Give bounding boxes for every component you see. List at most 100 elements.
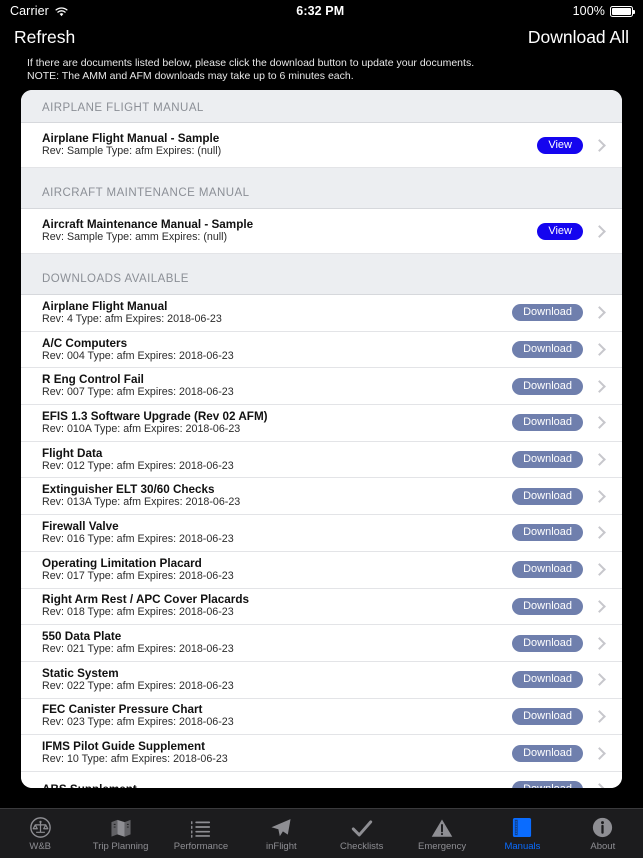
- tab-label: About: [590, 840, 616, 852]
- tab-inflight[interactable]: inFlight: [241, 816, 321, 852]
- document-row[interactable]: Flight Data Rev: 012 Type: afm Expires: 2…: [21, 441, 622, 479]
- chevron-right-icon: [593, 224, 606, 238]
- battery-full-icon: [610, 5, 635, 17]
- refresh-button[interactable]: Refresh: [14, 27, 75, 48]
- document-row-text: Extinguisher ELT 30/60 Checks Rev: 013A T…: [42, 483, 512, 509]
- tab-checklists[interactable]: Checklists: [322, 816, 402, 852]
- battery-percent-label: 100%: [572, 4, 605, 18]
- document-row-text: Operating Limitation Placard Rev: 017 Typ…: [42, 557, 512, 583]
- document-row[interactable]: Static System Rev: 022 Type: afm Expires:…: [21, 661, 622, 699]
- document-title: IFMS Pilot Guide Supplement: [42, 740, 205, 754]
- document-title: Flight Data: [42, 446, 103, 460]
- chevron-right-icon: [593, 710, 606, 723]
- section-header: DOWNLOADS AVAILABLE: [21, 254, 622, 295]
- tab-w-b[interactable]: W&B: [0, 816, 80, 852]
- download-button[interactable]: Download: [512, 597, 583, 615]
- document-row[interactable]: Right Arm Rest / APC Cover Placards Rev: …: [21, 588, 622, 626]
- document-meta: Rev: Sample Type: afm Expires: (null): [42, 145, 222, 157]
- folded-map-icon: [110, 816, 132, 838]
- download-button[interactable]: Download: [512, 707, 583, 725]
- document-row[interactable]: 550 Data Plate Rev: 021 Type: afm Expires…: [21, 625, 622, 662]
- document-meta: Rev: 016 Type: afm Expires: 2018-06-23: [42, 532, 234, 545]
- chevron-right-icon: [593, 379, 606, 393]
- view-button[interactable]: View: [537, 136, 583, 154]
- instructions-line-2: NOTE: The AMM and AFM downloads may take…: [27, 70, 354, 82]
- view-button[interactable]: View: [537, 222, 583, 240]
- tab-emergency[interactable]: Emergency: [402, 816, 482, 852]
- scales-balance-icon: [29, 816, 51, 838]
- document-row-text: 550 Data Plate Rev: 021 Type: afm Expires…: [42, 630, 512, 656]
- document-row[interactable]: Airplane Flight Manual Rev: 4 Type: afm E…: [21, 295, 622, 332]
- document-meta: Rev: 017 Type: afm Expires: 2018-06-23: [42, 569, 234, 582]
- instructions-line-1: If there are documents listed below, ple…: [27, 57, 475, 69]
- document-title: Operating Limitation Placard: [42, 556, 202, 570]
- document-meta: Rev: 004 Type: afm Expires: 2018-06-23: [42, 349, 234, 362]
- download-button[interactable]: Download: [512, 451, 583, 469]
- chevron-right-icon: [593, 636, 606, 650]
- tab-performance[interactable]: Performance: [161, 816, 241, 852]
- tab-bar: W&B Trip Planning Performance inFlight Check…: [0, 808, 643, 858]
- document-row[interactable]: Firewall Valve Rev: 016 Type: afm Expires…: [21, 515, 622, 552]
- chevron-right-icon: [593, 563, 606, 577]
- document-row[interactable]: Aircraft Maintenance Manual - Sample Rev:…: [21, 209, 622, 254]
- download-button[interactable]: Download: [512, 414, 583, 432]
- checkmark-icon: [351, 816, 373, 838]
- document-row-text: Firewall Valve Rev: 016 Type: afm Expires…: [42, 520, 512, 546]
- list-lines-icon: [190, 816, 211, 838]
- document-title: EFIS 1.3 Software Upgrade (Rev 02 AFM): [42, 409, 268, 423]
- tab-about[interactable]: About: [563, 816, 643, 852]
- chevron-right-icon: [593, 138, 606, 152]
- chevron-right-icon: [593, 599, 606, 613]
- document-title: Firewall Valve: [42, 519, 119, 533]
- document-meta: Rev: 010A Type: afm Expires: 2018-06-23: [42, 422, 241, 435]
- document-row[interactable]: A/C Computers Rev: 004 Type: afm Expires:…: [21, 331, 622, 369]
- wifi-icon: [55, 6, 68, 17]
- document-title: FEC Canister Pressure Chart: [42, 703, 203, 717]
- download-button[interactable]: Download: [512, 377, 583, 395]
- document-row[interactable]: Operating Limitation Placard Rev: 017 Typ…: [21, 551, 622, 589]
- document-row-text: Flight Data Rev: 012 Type: afm Expires: 2…: [42, 447, 512, 473]
- document-row-text: Right Arm Rest / APC Cover Placards Rev: …: [42, 593, 512, 619]
- document-row[interactable]: IFMS Pilot Guide Supplement Rev: 10 Type:…: [21, 735, 622, 772]
- section-header: AIRPLANE FLIGHT MANUAL: [21, 90, 622, 123]
- document-row[interactable]: R Eng Control Fail Rev: 007 Type: afm Exp…: [21, 368, 622, 406]
- download-button[interactable]: Download: [512, 781, 583, 788]
- download-button[interactable]: Download: [512, 561, 583, 579]
- document-title: Right Arm Rest / APC Cover Placards: [42, 593, 249, 607]
- document-row[interactable]: EFIS 1.3 Software Upgrade (Rev 02 AFM) Re…: [21, 405, 622, 442]
- download-button[interactable]: Download: [512, 634, 583, 652]
- document-row-text: Aircraft Maintenance Manual - Sample Rev:…: [42, 218, 537, 244]
- document-row-text: EFIS 1.3 Software Upgrade (Rev 02 AFM) Re…: [42, 410, 512, 436]
- download-button[interactable]: Download: [512, 671, 583, 689]
- document-row[interactable]: Extinguisher ELT 30/60 Checks Rev: 013A T…: [21, 478, 622, 516]
- tab-trip-planning[interactable]: Trip Planning: [80, 816, 160, 852]
- document-row[interactable]: FEC Canister Pressure Chart Rev: 023 Type…: [21, 698, 622, 736]
- document-meta: Rev: 4 Type: afm Expires: 2018-06-23: [42, 312, 222, 325]
- download-button[interactable]: Download: [512, 304, 583, 322]
- document-list-container[interactable]: AIRPLANE FLIGHT MANUAL Airplane Flight Ma…: [21, 90, 622, 788]
- document-meta: Rev: 023 Type: afm Expires: 2018-06-23: [42, 716, 234, 729]
- chevron-right-icon: [593, 526, 606, 540]
- document-meta: Rev: 007 Type: afm Expires: 2018-06-23: [42, 386, 234, 399]
- chevron-right-icon: [593, 673, 606, 687]
- warning-triangle-icon: [431, 816, 453, 838]
- paper-plane-icon: [270, 816, 292, 838]
- download-button[interactable]: Download: [512, 487, 583, 505]
- section-header: AIRCRAFT MAINTENANCE MANUAL: [21, 168, 622, 209]
- download-button[interactable]: Download: [512, 341, 583, 359]
- tab-manuals[interactable]: Manuals: [482, 816, 562, 852]
- instructions-text: If there are documents listed below, ple…: [0, 52, 643, 83]
- status-bar-left: Carrier: [10, 4, 68, 18]
- download-all-button[interactable]: Download All: [528, 27, 629, 48]
- document-meta: Rev: 013A Type: afm Expires: 2018-06-23: [42, 496, 241, 509]
- document-title: R Eng Control Fail: [42, 373, 144, 387]
- download-button[interactable]: Download: [512, 744, 583, 762]
- document-row[interactable]: Airplane Flight Manual - Sample Rev: Samp…: [21, 123, 622, 168]
- download-button[interactable]: Download: [512, 524, 583, 542]
- document-title: 550 Data Plate: [42, 630, 122, 644]
- document-row-text: ABS Supplement: [42, 783, 512, 788]
- document-row-text: Airplane Flight Manual - Sample Rev: Samp…: [42, 132, 537, 158]
- document-title: Aircraft Maintenance Manual - Sample: [42, 218, 254, 231]
- chevron-right-icon: [593, 489, 606, 503]
- document-row[interactable]: ABS SupplementDownload: [21, 771, 622, 788]
